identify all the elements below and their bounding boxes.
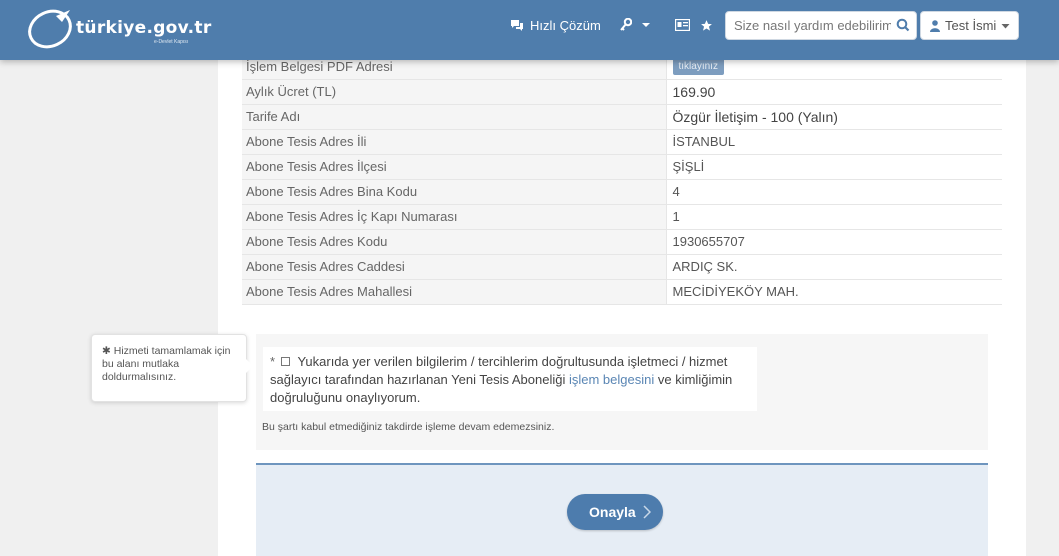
row-value: ŞİŞLİ	[666, 154, 1002, 180]
approve-button[interactable]: Onayla	[567, 494, 663, 530]
table-row: Aylık Ücret (TL) 169.90	[242, 79, 1002, 105]
subscription-details-table: İşlem Belgesi PDF Adresi tıklayınız Aylı…	[242, 54, 1002, 305]
turkiye-gov-logo[interactable]: türkiye.gov.tr e-Devlet Kapısı	[26, 6, 211, 52]
row-value: Özgür İletişim - 100 (Yalın)	[666, 104, 1002, 130]
chevron-right-icon	[643, 505, 651, 519]
table-row: Abone Tesis Adres İli İSTANBUL	[242, 129, 1002, 155]
search-box	[725, 11, 917, 40]
quick-solution-link[interactable]: Hızlı Çözüm	[510, 0, 601, 50]
required-field-tooltip: ✱ Hizmeti tamamlamak için bu alanı mutla…	[91, 334, 253, 402]
required-mark: *	[270, 354, 276, 369]
row-value: ARDIÇ SK.	[666, 254, 1002, 280]
id-card-icon	[675, 19, 690, 31]
row-value: 4	[666, 179, 1002, 205]
consent-warning: Bu şartı kabul etmediğiniz takdirde işle…	[262, 421, 555, 433]
row-label: Abone Tesis Adres Mahallesi	[242, 279, 667, 305]
row-value: 1	[666, 204, 1002, 230]
user-menu-button[interactable]: Test İsmi	[920, 11, 1019, 40]
chat-bubbles-icon	[511, 20, 523, 31]
row-value: MECİDİYEKÖY MAH.	[666, 279, 1002, 305]
row-label: Abone Tesis Adres Kodu	[242, 229, 667, 255]
caret-down-icon	[642, 23, 650, 27]
search-input[interactable]	[726, 18, 891, 33]
pdf-link-button[interactable]: tıklayınız	[672, 58, 724, 76]
table-row: Abone Tesis Adres Mahallesi MECİDİYEKÖY …	[242, 279, 1002, 305]
row-value: İSTANBUL	[666, 129, 1002, 155]
table-row: Tarife Adı Özgür İletişim - 100 (Yalın)	[242, 104, 1002, 130]
user-name: Test İsmi	[945, 18, 997, 33]
table-row: Abone Tesis Adres Bina Kodu 4	[242, 179, 1002, 205]
required-star: ✱	[102, 345, 111, 357]
top-header: türkiye.gov.tr e-Devlet Kapısı Hızlı Çöz…	[0, 0, 1059, 60]
key-menu-button[interactable]	[620, 0, 651, 50]
logo-subtext: e-Devlet Kapısı	[154, 39, 189, 45]
logo-swoosh-icon	[28, 9, 72, 49]
table-row: Abone Tesis Adres Caddesi ARDIÇ SK.	[242, 254, 1002, 280]
consent-checkbox[interactable]	[281, 357, 291, 366]
row-value: 169.90	[666, 79, 1002, 105]
row-label: Abone Tesis Adres İli	[242, 129, 667, 155]
favorites-button[interactable]	[700, 0, 713, 50]
row-label: Abone Tesis Adres Bina Kodu	[242, 179, 667, 205]
quick-solution-label: Hızlı Çözüm	[530, 17, 601, 33]
row-label: Abone Tesis Adres İç Kapı Numarası	[242, 204, 667, 230]
star-icon	[701, 19, 712, 31]
row-label: Aylık Ücret (TL)	[242, 79, 667, 105]
table-row: Abone Tesis Adres İç Kapı Numarası 1	[242, 204, 1002, 230]
consent-box: * Yukarıda yer verilen bilgilerim / terc…	[263, 347, 757, 411]
row-label: Abone Tesis Adres Caddesi	[242, 254, 667, 280]
table-row: Abone Tesis Adres İlçesi ŞİŞLİ	[242, 154, 1002, 180]
key-icon	[620, 18, 632, 31]
approve-label: Onayla	[589, 504, 636, 520]
user-icon	[930, 19, 940, 32]
row-value: 1930655707	[666, 229, 1002, 255]
caret-down-icon	[1001, 24, 1010, 29]
id-card-button[interactable]	[675, 0, 690, 50]
tooltip-text: Hizmeti tamamlamak için bu alanı mutlaka…	[102, 345, 231, 383]
table-row: Abone Tesis Adres Kodu 1930655707	[242, 229, 1002, 255]
logo-text: türkiye.gov.tr	[76, 18, 212, 38]
transaction-document-link[interactable]: işlem belgesini	[569, 372, 654, 387]
search-icon[interactable]	[896, 18, 910, 32]
row-label: Tarife Adı	[242, 104, 667, 130]
row-label: Abone Tesis Adres İlçesi	[242, 154, 667, 180]
